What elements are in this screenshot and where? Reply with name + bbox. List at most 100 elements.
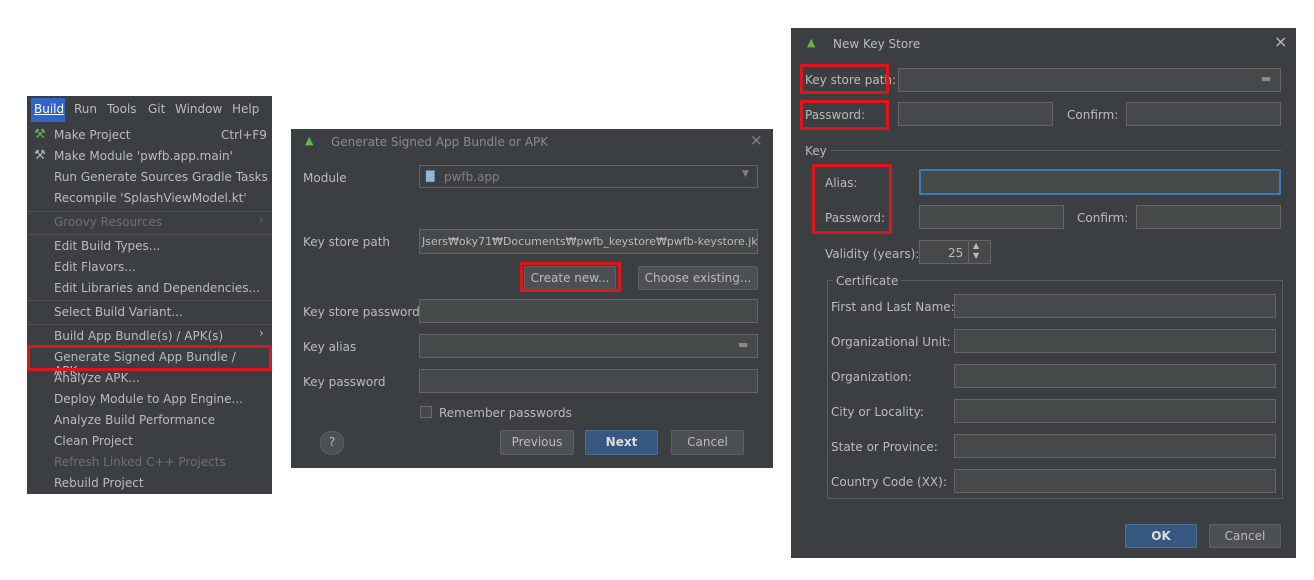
folder-icon: ▇ xyxy=(426,169,435,182)
cert-state-label: State or Province: xyxy=(831,440,938,454)
menu-item-deploy-app-engine[interactable]: Deploy Module to App Engine... xyxy=(54,392,243,406)
menu-item-recompile[interactable]: Recompile 'SplashViewModel.kt' xyxy=(54,191,247,205)
module-label: Module xyxy=(303,171,347,185)
spinner-up-icon[interactable]: ▲ xyxy=(973,241,979,250)
menu-item-make-project[interactable]: Make Project xyxy=(54,128,130,142)
key-confirm-input[interactable] xyxy=(1136,205,1281,229)
generate-signed-dialog: ▲ Generate Signed App Bundle or APK × Mo… xyxy=(291,129,773,468)
menu-separator xyxy=(27,300,272,301)
menu-item-clean-project[interactable]: Clean Project xyxy=(54,434,133,448)
android-icon: ▲ xyxy=(807,36,816,49)
previous-button[interactable]: Previous xyxy=(500,430,574,455)
next-button[interactable]: Next xyxy=(585,430,658,455)
menu-item-edit-flavors[interactable]: Edit Flavors... xyxy=(54,260,136,274)
menu-separator xyxy=(27,324,272,325)
menu-item-select-build-variant[interactable]: Select Build Variant... xyxy=(54,305,183,319)
confirm-label: Confirm: xyxy=(1067,108,1119,122)
menu-separator xyxy=(27,211,272,212)
chevron-right-icon: › xyxy=(259,213,264,227)
cert-organization-input[interactable] xyxy=(954,364,1276,388)
menu-git[interactable]: Git xyxy=(148,102,165,116)
menu-item-edit-build-types[interactable]: Edit Build Types... xyxy=(54,239,160,253)
password-label: Password: xyxy=(805,108,866,122)
cert-state-input[interactable] xyxy=(954,434,1276,458)
menu-run[interactable]: Run xyxy=(74,102,97,116)
menu-item-edit-libraries[interactable]: Edit Libraries and Dependencies... xyxy=(54,281,260,295)
close-icon[interactable]: × xyxy=(1274,32,1287,51)
key-password-input[interactable] xyxy=(919,205,1064,229)
remember-passwords-label: Remember passwords xyxy=(439,406,572,420)
keystore-password-label: Key store password xyxy=(303,305,420,319)
key-alias-label: Key alias xyxy=(303,340,357,354)
chevron-down-icon: ▼ xyxy=(742,169,749,179)
help-button[interactable]: ? xyxy=(320,431,344,455)
module-select[interactable]: ▇ pwfb.app ▼ xyxy=(419,165,758,188)
confirm-input[interactable] xyxy=(1126,102,1281,126)
menu-item-groovy-resources: Groovy Resources xyxy=(54,215,162,229)
key-alias-input[interactable]: ▬ xyxy=(419,334,758,358)
cert-city-input[interactable] xyxy=(954,399,1276,423)
menu-separator xyxy=(27,234,272,235)
hammer-module-icon: ⚒ xyxy=(34,148,46,163)
cert-first-last-name-input[interactable] xyxy=(954,294,1276,318)
cert-city-label: City or Locality: xyxy=(831,405,924,419)
menu-item-rebuild-project[interactable]: Rebuild Project xyxy=(54,476,144,490)
shortcut-label: Ctrl+F9 xyxy=(221,128,267,142)
keystore-path-value: Jsers₩oky71₩Documents₩pwfb_keystore₩pwfb… xyxy=(422,235,758,248)
menu-item-run-generate-sources[interactable]: Run Generate Sources Gradle Tasks xyxy=(54,170,268,184)
choose-existing-button[interactable]: Choose existing... xyxy=(638,266,758,290)
keystore-password-input[interactable] xyxy=(419,299,758,323)
validity-spinner[interactable]: 25 ▲ ▼ xyxy=(919,240,991,264)
certificate-section-label: Certificate xyxy=(833,274,902,288)
dialog-title: Generate Signed App Bundle or APK xyxy=(331,135,549,149)
spinner-divider xyxy=(968,241,969,263)
cert-country-code-input[interactable] xyxy=(954,469,1276,493)
key-password-input[interactable] xyxy=(419,369,758,393)
menu-item-analyze-apk[interactable]: Analyze APK... xyxy=(54,371,140,385)
ok-button[interactable]: OK xyxy=(1125,524,1197,548)
dialog-title: New Key Store xyxy=(833,37,921,51)
menu-item-refresh-cpp: Refresh Linked C++ Projects xyxy=(54,455,226,469)
menu-item-make-module[interactable]: Make Module 'pwfb.app.main' xyxy=(54,149,233,163)
key-password-label: Key password xyxy=(303,375,386,389)
module-value: pwfb.app xyxy=(444,170,500,184)
key-confirm-label: Confirm: xyxy=(1077,211,1129,225)
menu-build[interactable]: Build xyxy=(34,102,64,116)
menu-window[interactable]: Window xyxy=(175,102,222,116)
keystore-path-label: Key store path xyxy=(303,235,391,249)
keystore-path-input[interactable]: Jsers₩oky71₩Documents₩pwfb_keystore₩pwfb… xyxy=(419,229,758,254)
cert-country-code-label: Country Code (XX): xyxy=(831,475,947,489)
keystore-path-label: Key store path: xyxy=(805,73,897,87)
keystore-path-input[interactable]: ▬ xyxy=(898,68,1281,92)
alias-label: Alias: xyxy=(825,176,858,190)
key-section-line xyxy=(831,150,1281,151)
chevron-right-icon: › xyxy=(259,326,264,340)
cert-org-unit-label: Organizational Unit: xyxy=(831,335,951,349)
key-password-label: Password: xyxy=(825,211,886,225)
cert-organization-label: Organization: xyxy=(831,370,912,384)
android-icon: ▲ xyxy=(305,134,314,147)
cert-first-last-name-label: First and Last Name: xyxy=(831,300,955,314)
password-input[interactable] xyxy=(898,102,1053,126)
key-section-label: Key xyxy=(805,144,827,158)
menu-bar: Build Run Tools Git Window Help xyxy=(27,96,272,124)
validity-label: Validity (years): xyxy=(825,247,920,261)
menu-item-analyze-build-performance[interactable]: Analyze Build Performance xyxy=(54,413,215,427)
cert-org-unit-input[interactable] xyxy=(954,329,1276,353)
alias-input[interactable] xyxy=(919,169,1281,195)
spinner-down-icon[interactable]: ▼ xyxy=(973,251,979,260)
validity-value: 25 xyxy=(948,246,964,260)
cancel-button[interactable]: Cancel xyxy=(671,430,744,455)
folder-icon[interactable]: ▬ xyxy=(738,338,748,351)
folder-icon[interactable]: ▬ xyxy=(1261,72,1271,85)
hammer-icon: ⚒ xyxy=(34,127,46,142)
menu-item-build-app-bundle[interactable]: Build App Bundle(s) / APK(s) xyxy=(54,329,223,343)
new-key-store-dialog: ▲ New Key Store × Key store path: ▬ Pass… xyxy=(791,28,1296,558)
cancel-button[interactable]: Cancel xyxy=(1209,524,1281,548)
build-menu-panel: Build Run Tools Git Window Help ⚒ ⚒ Make… xyxy=(27,96,272,494)
menu-tools[interactable]: Tools xyxy=(107,102,137,116)
create-new-button[interactable]: Create new... xyxy=(524,266,616,290)
close-icon[interactable]: × xyxy=(750,131,763,149)
remember-passwords-checkbox[interactable] xyxy=(420,406,432,418)
menu-help[interactable]: Help xyxy=(232,102,259,116)
